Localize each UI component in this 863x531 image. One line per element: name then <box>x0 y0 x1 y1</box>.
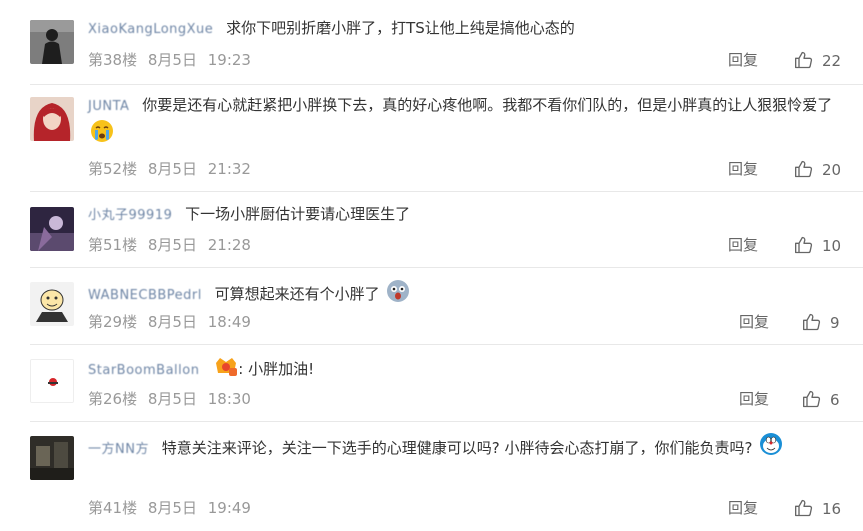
reply-button[interactable]: 回复 <box>728 235 758 255</box>
thumbs-up-icon <box>795 236 813 254</box>
crying-face-icon <box>90 119 114 150</box>
reply-button[interactable]: 回复 <box>728 50 758 70</box>
comment-time: 19:49 <box>207 499 251 517</box>
floor-number: 第26楼 <box>88 390 138 408</box>
username[interactable]: WABNECBBPedrl <box>88 284 202 308</box>
comment-meta: 第38楼 8月5日 19:23 <box>88 50 257 70</box>
comment-time: 21:32 <box>207 160 251 178</box>
comment-time: 18:30 <box>207 390 251 408</box>
floor-number: 第51楼 <box>88 236 138 254</box>
like-button[interactable]: 22 <box>794 50 841 71</box>
comment-list: XiaoKangLongXue 求你下吧别折磨小胖了，打TS让他上纯是搞他心态的… <box>0 0 863 531</box>
floor-number: 第29楼 <box>88 313 138 331</box>
comment-date: 8月5日 <box>147 390 197 408</box>
comment-meta: 第51楼 8月5日 21:28 <box>88 235 257 255</box>
like-count: 10 <box>822 237 842 255</box>
reply-button[interactable]: 回复 <box>728 498 758 518</box>
avatar[interactable] <box>30 207 74 251</box>
comment-meta: 第26楼 8月5日 18:30 <box>88 389 257 409</box>
comment-date: 8月5日 <box>147 160 197 178</box>
comment-item: JUNTA 你要是还有心就赶紧把小胖换下去，真的好心疼他啊。我都不看你们队的，但… <box>0 85 863 191</box>
avatar-meme-icon <box>30 282 74 326</box>
comment-content: 一方NN方 特意关注来评论，关注一下选手的心理健康可以吗? 小胖待会心态打崩了，… <box>88 432 843 465</box>
comment-item: 小丸子99919 下一场小胖厨估计要请心理医生了 第51楼 8月5日 21:28… <box>0 192 863 267</box>
comment-date: 8月5日 <box>147 313 197 331</box>
comment-time: 18:49 <box>207 313 251 331</box>
avatar[interactable] <box>30 436 74 480</box>
comment-time: 19:23 <box>207 51 251 69</box>
comment-meta: 第41楼 8月5日 19:49 <box>88 498 257 518</box>
like-count: 22 <box>822 52 842 70</box>
thumbs-up-icon <box>795 499 813 517</box>
avatar-photo-icon <box>30 436 74 480</box>
comment-item: StarBoomBallon : 小胖加油! 第26楼 8月5日 18:30 回… <box>0 345 863 421</box>
like-button[interactable]: 20 <box>794 159 841 180</box>
comment-date: 8月5日 <box>147 236 197 254</box>
avatar[interactable] <box>30 359 74 403</box>
comment-text: 特意关注来评论，关注一下选手的心理健康可以吗? 小胖待会心态打崩了，你们能负责吗… <box>161 439 753 457</box>
shocked-face-icon <box>386 279 410 310</box>
thumbs-up-icon <box>795 160 813 178</box>
username[interactable]: XiaoKangLongXue <box>88 18 213 42</box>
username[interactable]: 一方NN方 <box>88 436 149 464</box>
comment-content: XiaoKangLongXue 求你下吧别折磨小胖了，打TS让他上纯是搞他心态的 <box>88 16 843 42</box>
reply-button[interactable]: 回复 <box>739 389 769 409</box>
comment-item: XiaoKangLongXue 求你下吧别折磨小胖了，打TS让他上纯是搞他心态的… <box>0 0 863 84</box>
doraemon-face-icon <box>759 432 783 465</box>
comment-text: 求你下吧别折磨小胖了，打TS让他上纯是搞他心态的 <box>226 19 575 37</box>
comment-meta: 第29楼 8月5日 18:49 <box>88 312 257 332</box>
thumbs-up-icon <box>803 390 821 408</box>
avatar-pokeball-icon <box>31 360 73 402</box>
comment-date: 8月5日 <box>147 499 197 517</box>
comment-content: 小丸子99919 下一场小胖厨估计要请心理医生了 <box>88 202 843 228</box>
comment-item: 一方NN方 特意关注来评论，关注一下选手的心理健康可以吗? 小胖待会心态打崩了，… <box>0 422 863 531</box>
thumbs-up-icon <box>795 51 813 69</box>
floor-number: 第52楼 <box>88 160 138 178</box>
comment-date: 8月5日 <box>147 51 197 69</box>
comment-item: WABNECBBPedrl 可算想起来还有个小胖了 第29楼 8月5日 18:4… <box>0 268 863 344</box>
reply-button[interactable]: 回复 <box>739 312 769 332</box>
avatar[interactable] <box>30 97 74 141</box>
username-colon: : <box>238 360 249 378</box>
like-count: 9 <box>830 314 840 332</box>
comment-content: StarBoomBallon : 小胖加油! <box>88 355 843 384</box>
avatar[interactable] <box>30 282 74 326</box>
avatar-dark-art-icon <box>30 207 74 251</box>
floor-number: 第41楼 <box>88 499 138 517</box>
like-count: 16 <box>822 500 842 518</box>
reply-button[interactable]: 回复 <box>728 159 758 179</box>
comment-text: 可算想起来还有个小胖了 <box>214 285 380 303</box>
comment-content: JUNTA 你要是还有心就赶紧把小胖换下去，真的好心疼他啊。我都不看你们队的，但… <box>88 93 843 150</box>
comment-text: 你要是还有心就赶紧把小胖换下去，真的好心疼他啊。我都不看你们队的，但是小胖真的让… <box>142 96 833 114</box>
comment-content: WABNECBBPedrl 可算想起来还有个小胖了 <box>88 279 843 310</box>
like-button[interactable]: 9 <box>802 312 840 333</box>
avatar-anime-icon <box>30 97 74 141</box>
avatar-photo-icon <box>30 20 74 64</box>
like-button[interactable]: 6 <box>802 389 840 410</box>
like-count: 20 <box>822 161 842 179</box>
like-button[interactable]: 10 <box>794 235 841 256</box>
username[interactable]: 小丸子99919 <box>88 204 172 228</box>
floor-number: 第38楼 <box>88 51 138 69</box>
vip-badge-icon <box>214 355 238 384</box>
username[interactable]: JUNTA <box>88 95 129 119</box>
like-button[interactable]: 16 <box>794 498 841 519</box>
thumbs-up-icon <box>803 313 821 331</box>
comment-meta: 第52楼 8月5日 21:32 <box>88 159 257 179</box>
username[interactable]: StarBoomBallon <box>88 359 199 383</box>
like-count: 6 <box>830 391 840 409</box>
comment-text: 小胖加油! <box>248 360 315 378</box>
comment-text: 下一场小胖厨估计要请心理医生了 <box>185 205 411 223</box>
avatar[interactable] <box>30 20 74 64</box>
comment-time: 21:28 <box>207 236 251 254</box>
